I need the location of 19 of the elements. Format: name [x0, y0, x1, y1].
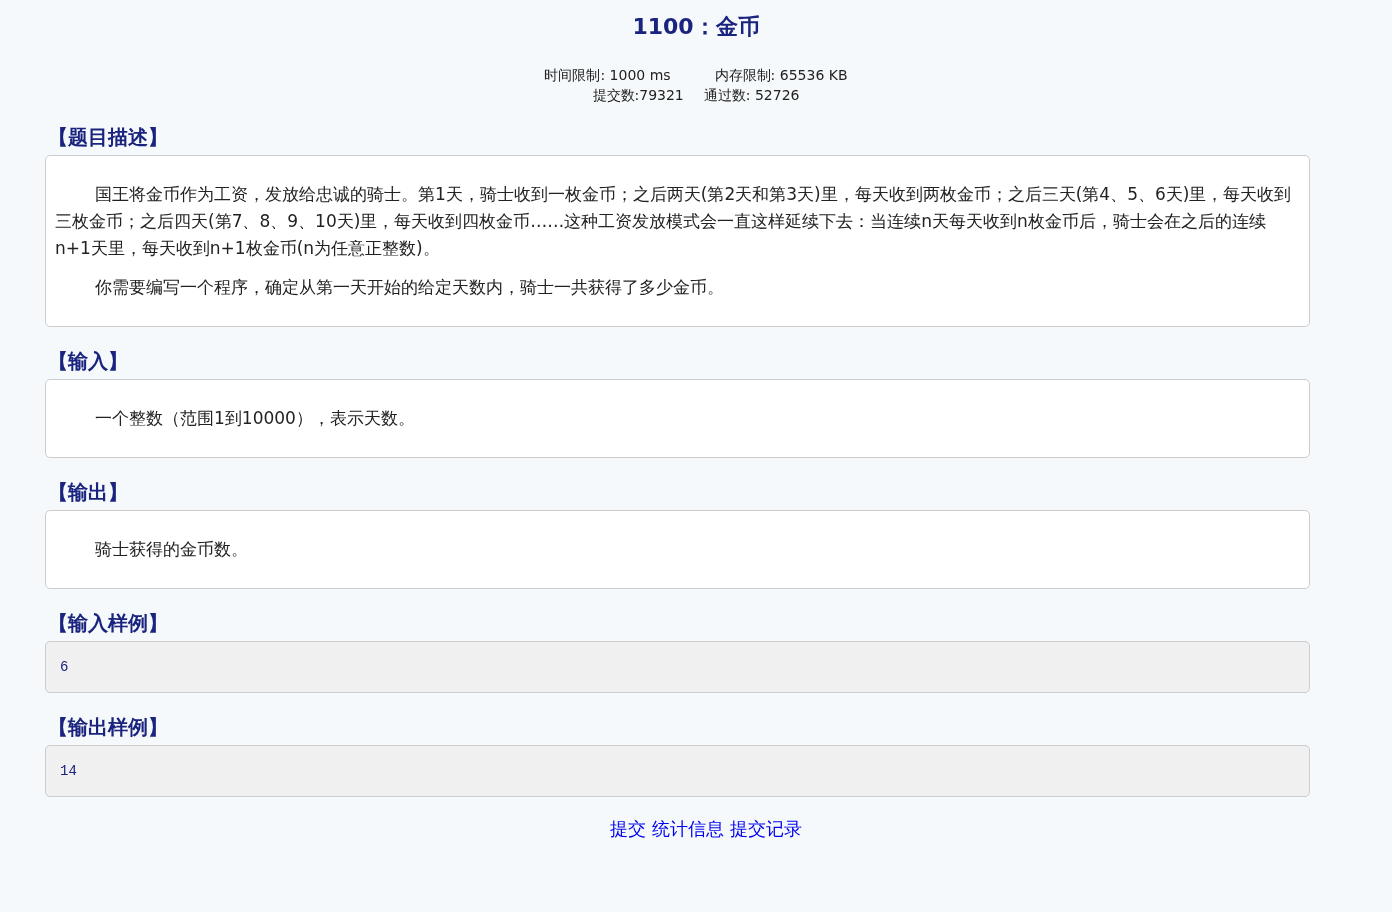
section-heading: 【输出样例】: [47, 714, 169, 741]
problem-title: 1100：金币: [632, 13, 760, 41]
sample-text: 6: [60, 657, 69, 677]
stat-text: 通过数: 52726: [703, 86, 800, 105]
section-heading: 【输入样例】: [47, 610, 169, 637]
description-paragraph: 骑士获得的金币数。: [94, 538, 249, 561]
footer-link[interactable]: 统计信息: [652, 815, 724, 842]
section-heading: 【输出】: [47, 479, 129, 506]
section-heading: 【输入】: [47, 348, 129, 375]
section-heading: 【题目描述】: [47, 124, 169, 151]
description-paragraph: 你需要编写一个程序，确定从第一天开始的给定天数内，骑士一共获得了多少金币。: [94, 276, 725, 299]
description-paragraph: 国王将金币作为工资，发放给忠诚的骑士。第1天，骑士收到一枚金币；之后两天(第2天和第3天)里，每天收到两枚金币；之后三天(第4、5、6天)里，每天收到三枚金币；之后四天(第7、8、9、10天)里，每天收到四枚金币……这种工资发放模式会一直这样延续下去：当连续n天每天收到n枚金币后，骑士会在之后的连续n+1天里，每天收到n+1枚金币(n为任意正整数)。: [55, 183, 1293, 260]
stat-text: 提交数:79321: [592, 86, 684, 105]
footer-link[interactable]: 提交: [610, 815, 646, 842]
footer-link[interactable]: 提交记录: [730, 815, 802, 842]
description-paragraph: 一个整数（范围1到10000），表示天数。: [94, 407, 416, 430]
limit-text: 时间限制: 1000 ms: [544, 66, 671, 85]
sample-text: 14: [60, 761, 77, 781]
limit-text: 内存限制: 65536 KB: [714, 66, 848, 85]
